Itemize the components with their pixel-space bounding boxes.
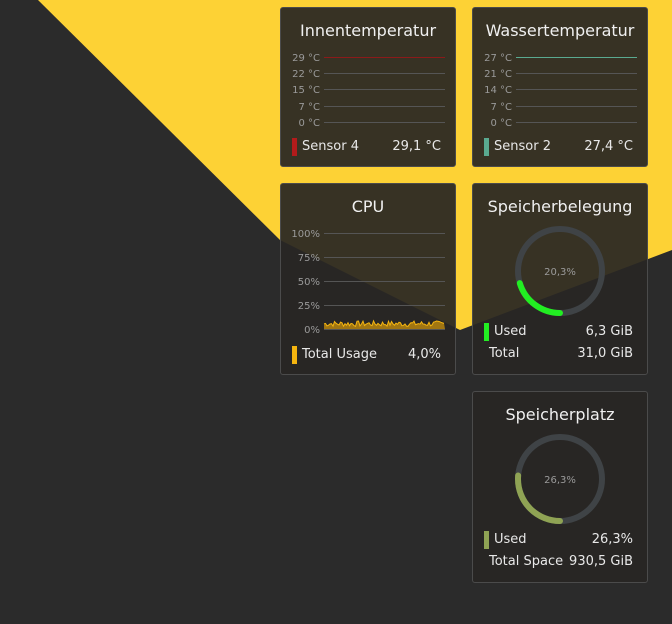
cpu-widget[interactable]: CPU 100% 75% 50% 25% 0% Total Usage 4,0% (280, 183, 456, 375)
axis-tick-label: 7 °C (298, 102, 320, 113)
sensor-value: 29,1 °C (392, 139, 441, 154)
water-temperature-widget[interactable]: Wassertemperatur 27 °C 21 °C 14 °C 7 °C … (472, 7, 648, 167)
axis-tick-label: 0 °C (490, 118, 512, 129)
memory-used-label: Used (494, 324, 527, 339)
memory-total-value: 31,0 GiB (577, 346, 633, 361)
axis-tick-label: 25% (298, 301, 320, 312)
cpu-legend-label: Total Usage (302, 347, 377, 362)
cpu-legend: Total Usage 4,0% (292, 345, 441, 365)
sensor-value: 27,4 °C (584, 139, 633, 154)
grid-lines (324, 57, 445, 123)
sensor-name: Sensor 2 (494, 139, 551, 154)
memory-usage-widget[interactable]: Speicherbelegung 20,3% Used 6,3 GiB Tota… (472, 183, 648, 375)
axis-tick-label: 75% (298, 253, 320, 264)
disk-space-widget[interactable]: Speicherplatz 26,3% Used 26,3% Total Spa… (472, 391, 648, 583)
axis-tick-label: 14 °C (484, 85, 512, 96)
axis-tick-label: 22 °C (292, 69, 320, 80)
gauge-percent-label: 26,3% (544, 475, 576, 486)
memory-used-swatch (484, 323, 489, 341)
disk-used-swatch (484, 531, 489, 549)
gauge-percent-label: 20,3% (544, 267, 576, 278)
cpu-color-swatch (292, 346, 297, 364)
sensor-name: Sensor 4 (302, 139, 359, 154)
memory-used-value: 6,3 GiB (585, 324, 633, 339)
axis-tick-label: 7 °C (490, 102, 512, 113)
memory-total-row: Total 31,0 GiB (484, 344, 633, 364)
sensor-legend: Sensor 4 29,1 °C (292, 137, 441, 157)
axis-tick-label: 21 °C (484, 69, 512, 80)
inside-temperature-widget[interactable]: Innentemperatur 29 °C 22 °C 15 °C 7 °C 0… (280, 7, 456, 167)
cpu-legend-value: 4,0% (407, 347, 441, 362)
disk-total-value: 930,5 GiB (569, 554, 633, 569)
axis-tick-label: 27 °C (484, 53, 512, 64)
disk-used-label: Used (494, 532, 527, 547)
sensor-color-swatch (292, 138, 297, 156)
disk-used-row: Used 26,3% (484, 530, 633, 550)
axis-tick-label: 29 °C (292, 53, 320, 64)
axis-tick-label: 100% (291, 229, 320, 240)
memory-total-label: Total (489, 346, 520, 361)
axis-tick-label: 0% (304, 325, 320, 336)
disk-total-row: Total Space 930,5 GiB (484, 552, 633, 572)
axis-tick-label: 0 °C (298, 118, 320, 129)
disk-total-label: Total Space (489, 554, 564, 569)
axis-tick-label: 50% (298, 277, 320, 288)
grid-lines (516, 57, 637, 123)
disk-used-value: 26,3% (591, 532, 633, 547)
memory-used-row: Used 6,3 GiB (484, 322, 633, 342)
sensor-color-swatch (484, 138, 489, 156)
sensor-legend: Sensor 2 27,4 °C (484, 137, 633, 157)
axis-tick-label: 15 °C (292, 85, 320, 96)
grid-lines (324, 233, 445, 330)
